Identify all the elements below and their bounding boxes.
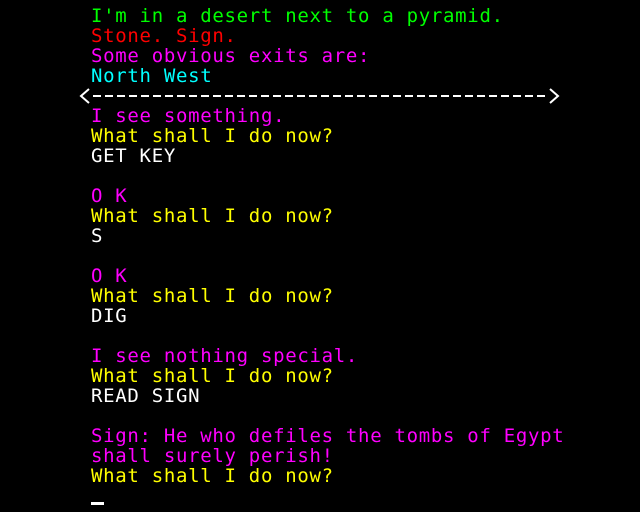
room-description: I'm in a desert next to a pyramid. (91, 5, 504, 27)
input-prompt: What shall I do now? (91, 365, 334, 387)
sign-text-line-2: shall surely perish! (91, 445, 334, 467)
game-response: O K (91, 185, 128, 207)
game-response: O K (91, 265, 128, 287)
text-cursor[interactable] (91, 502, 104, 505)
player-command: DIG (91, 305, 128, 327)
player-command: GET KEY (91, 145, 176, 167)
input-prompt: What shall I do now? (91, 285, 334, 307)
exits-list: North West (91, 65, 213, 87)
game-response: I see nothing special. (91, 345, 359, 367)
player-command: S (91, 225, 104, 247)
room-items: Stone. Sign. (91, 25, 237, 47)
sign-text-line-1: Sign: He who defiles the tombs of Egypt (91, 425, 565, 447)
exits-heading: Some obvious exits are: (91, 45, 371, 67)
input-prompt: What shall I do now? (91, 465, 334, 487)
room-divider (79, 88, 560, 104)
player-command: READ SIGN (91, 385, 201, 407)
input-prompt: What shall I do now? (91, 205, 334, 227)
input-prompt: What shall I do now? (91, 125, 334, 147)
game-response: I see something. (91, 105, 286, 127)
game-screen[interactable]: I'm in a desert next to a pyramid. Stone… (0, 0, 640, 512)
